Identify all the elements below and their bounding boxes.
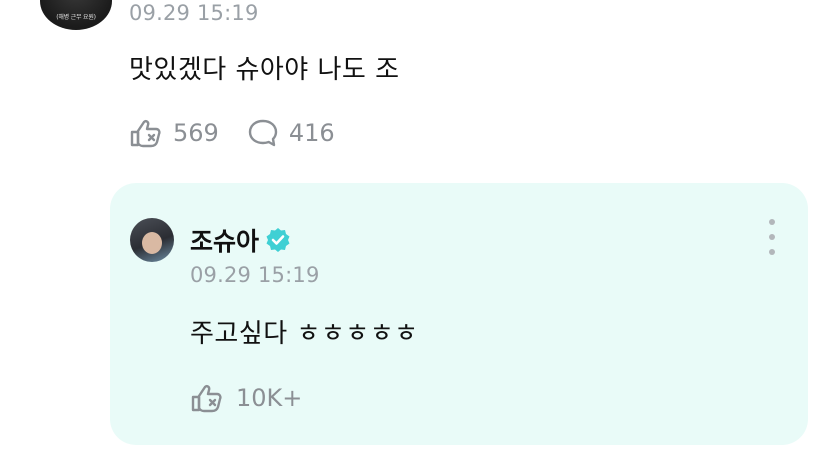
comment-button[interactable]: 416 xyxy=(247,118,335,148)
verified-badge-icon xyxy=(266,228,290,252)
reply-like-button[interactable]: 10K+ xyxy=(190,383,302,413)
reply-card: 조슈아 09.29 15:19 주고싶다 ㅎㅎㅎㅎㅎ 10K+ xyxy=(110,183,808,445)
reply-author-avatar[interactable] xyxy=(130,218,174,262)
avatar-face xyxy=(142,232,162,254)
comment-bubble-icon xyxy=(248,119,278,147)
post-author-avatar[interactable]: (해병 근무 요원) xyxy=(40,0,112,30)
reply-like-count: 10K+ xyxy=(236,384,303,412)
more-dot xyxy=(769,219,775,225)
post-timestamp: 09.29 15:19 xyxy=(129,1,259,25)
like-hand-icon xyxy=(191,385,222,413)
more-dot xyxy=(769,249,775,255)
like-hand-icon xyxy=(130,120,161,148)
like-button[interactable]: 569 xyxy=(129,118,219,148)
reply-author-name: 조슈아 xyxy=(190,227,260,256)
comment-count: 416 xyxy=(288,119,335,147)
avatar-caption: (해병 근무 요원) xyxy=(56,14,96,21)
reply-timestamp: 09.29 15:19 xyxy=(190,263,320,287)
like-count: 569 xyxy=(173,119,219,147)
thread-page: (해병 근무 요원) 09.29 15:19 맛있겠다 슈아야 나도 조 569… xyxy=(0,0,828,457)
reply-author[interactable]: 조슈아 xyxy=(190,222,291,258)
post-text: 맛있겠다 슈아야 나도 조 xyxy=(129,55,400,85)
more-dot xyxy=(769,234,775,240)
reply-text: 주고싶다 ㅎㅎㅎㅎㅎ xyxy=(190,319,419,349)
post-stats: 569 416 xyxy=(129,118,353,148)
more-vertical-icon[interactable] xyxy=(762,219,782,255)
